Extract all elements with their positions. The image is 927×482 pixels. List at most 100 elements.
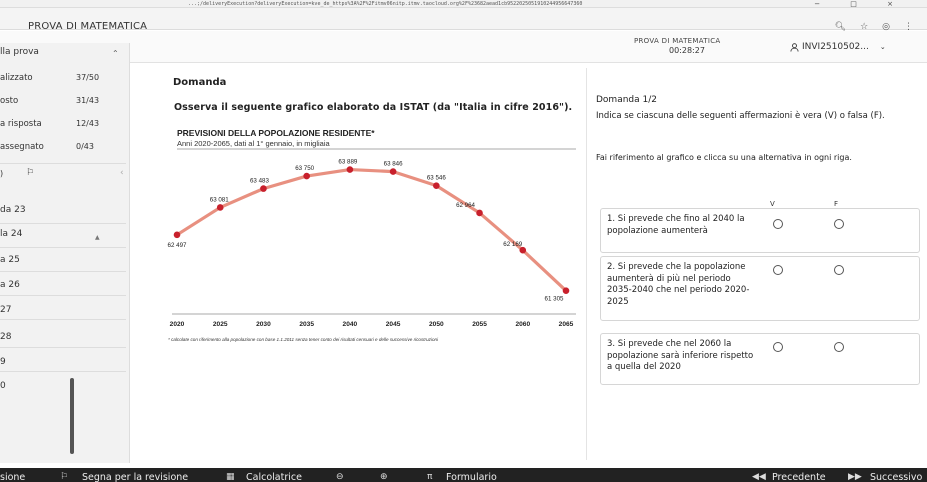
sidebar-question-item[interactable]: a 26	[0, 276, 126, 296]
chevron-down-icon[interactable]: ⌄	[880, 43, 886, 51]
sidebar: lla prova ⌃ alizzato 37/50 osto 31/43 a …	[0, 43, 130, 482]
statement-text: 1. Si prevede che fino al 2040 la popola…	[607, 214, 745, 236]
data-point	[433, 182, 440, 189]
instruction-text: Indica se ciascuna delle seguenti afferm…	[596, 111, 885, 121]
flag-filter[interactable]: ) ⚐	[0, 168, 34, 178]
radio-false[interactable]	[834, 219, 844, 229]
footer-toolbar: sione ⚐ Segna per la revisione ▦ Calcola…	[0, 468, 927, 482]
review-button[interactable]: Segna per la revisione	[82, 472, 188, 482]
x-tick-label: 2030	[256, 321, 271, 328]
flag-review-icon[interactable]: ⚐	[60, 472, 68, 482]
chart-marks: 62 497 63 081 63 483 63 750 63 889 63 846 63 5…	[168, 159, 574, 328]
radio-false[interactable]	[834, 342, 844, 352]
data-label: 62 964	[456, 202, 475, 209]
sidebar-question-item[interactable]: 9	[0, 353, 126, 373]
sidebar-question-label: da 23	[0, 205, 26, 215]
x-tick-label: 2050	[429, 321, 444, 328]
sidebar-question-label: a 25	[0, 255, 20, 265]
sidebar-question-label: 9	[0, 357, 6, 367]
previous-button[interactable]: Precedente	[772, 472, 826, 482]
formulario-button[interactable]: Formulario	[446, 472, 497, 482]
footer-left-label[interactable]: sione	[0, 472, 25, 482]
column-header-f: F	[834, 200, 839, 208]
calculator-button[interactable]: Calcolatrice	[246, 472, 302, 482]
sidebar-divider	[0, 247, 126, 248]
data-label: 63 889	[338, 159, 357, 166]
statement-row: 1. Si prevede che fino al 2040 la popola…	[600, 208, 920, 253]
sidebar-question-label: a 26	[0, 280, 20, 290]
sidebar-divider	[0, 347, 126, 348]
chart-note: * calcolate con riferimento alla popolaz…	[168, 337, 439, 342]
user-menu[interactable]: INVI2510502... ⌄	[790, 42, 886, 52]
sidebar-section-title: lla prova	[0, 47, 39, 57]
x-tick-label: 2025	[213, 321, 228, 328]
sidebar-question-item[interactable]: 0	[0, 377, 126, 397]
radio-true[interactable]	[773, 219, 783, 229]
question-text: Osserva il seguente grafico elaborato da…	[174, 102, 573, 113]
zoom-in-icon[interactable]: ⊕	[380, 472, 388, 482]
stat-value: 12/43	[76, 119, 100, 128]
sidebar-section-header[interactable]: lla prova ⌃	[0, 47, 130, 67]
sidebar-question-item[interactable]: da 23	[0, 201, 126, 221]
x-tick-label: 2065	[559, 321, 574, 328]
data-point	[303, 172, 310, 180]
url-text[interactable]: ...;/deliveryExecution?deliveryExecution…	[188, 0, 748, 8]
next-icon[interactable]: ▶▶	[848, 472, 862, 482]
radio-true[interactable]	[773, 342, 783, 352]
chart-title: PREVISIONI DELLA POPOLAZIONE RESIDENTE*	[177, 128, 375, 138]
x-tick-label: 2035	[299, 321, 314, 328]
exam-name: PROVA DI MATEMATICA	[634, 37, 721, 45]
sidebar-scrollbar[interactable]	[70, 378, 74, 454]
chart-subtitle: Anni 2020-2065, dati al 1° gennaio, in m…	[177, 139, 331, 148]
collapse-sidebar-icon[interactable]: ‹	[120, 168, 124, 178]
formula-icon[interactable]: π	[427, 472, 432, 482]
sidebar-question-item[interactable]: 28	[0, 328, 126, 348]
data-label: 62 497	[168, 242, 187, 249]
sidebar-divider	[0, 295, 126, 296]
stat-label: assegnato	[0, 142, 44, 152]
statement-row: 2. Si prevede che la popolazione aumente…	[600, 256, 920, 321]
sidebar-question-item[interactable]: 27	[0, 301, 126, 321]
data-point	[389, 168, 397, 175]
flag-icon[interactable]: ⚐	[26, 168, 34, 178]
radio-false[interactable]	[834, 265, 844, 275]
url-bar[interactable]: ...;/deliveryExecution?deliveryExecution…	[0, 0, 927, 8]
test-header: PROVA DI MATEMATICA 00:28:27 INVI2510502…	[0, 31, 927, 63]
previous-icon[interactable]: ◀◀	[752, 472, 766, 482]
data-point	[562, 287, 570, 295]
sidebar-question-label: 28	[0, 332, 12, 342]
stat-value: 37/50	[76, 73, 100, 82]
population-chart: PREVISIONI DELLA POPOLAZIONE RESIDENTE* …	[168, 128, 576, 342]
stat-value: 0/43	[76, 142, 94, 151]
app-window: ...;/deliveryExecution?deliveryExecution…	[0, 0, 927, 482]
question-counter: Domanda 1/2	[596, 95, 657, 105]
question-heading: Domanda	[173, 77, 227, 88]
zoom-out-icon[interactable]: ⊖	[336, 472, 344, 482]
calculator-icon[interactable]: ▦	[226, 472, 235, 482]
statement-text: 2. Si prevede che la popolazione aumente…	[607, 262, 750, 307]
x-tick-label: 2055	[472, 321, 487, 328]
data-label: 61 305	[545, 296, 564, 303]
column-header-v: V	[770, 200, 775, 208]
user-icon	[790, 42, 799, 52]
data-point	[260, 185, 267, 192]
sidebar-question-item[interactable]: la 24	[0, 225, 126, 245]
window-controls[interactable]: − □ ×	[814, 0, 907, 8]
stat-label: alizzato	[0, 73, 33, 83]
sidebar-divider	[0, 371, 126, 372]
timer: 00:28:27	[669, 46, 705, 55]
data-label: 62 169	[503, 241, 522, 248]
sidebar-question-label: 27	[0, 305, 12, 315]
next-button[interactable]: Successivo	[870, 472, 922, 482]
x-tick-label: 2040	[343, 321, 358, 328]
chevron-up-icon[interactable]: ⌃	[112, 49, 119, 58]
data-point	[216, 204, 224, 211]
sidebar-question-item[interactable]: a 25	[0, 251, 126, 271]
sidebar-divider	[0, 319, 126, 320]
data-label: 63 081	[210, 196, 229, 203]
tab-bar: PROVA DI MATEMATICA 🔍︎ ☆ ◎ ⋮	[0, 8, 927, 32]
radio-true[interactable]	[773, 265, 783, 275]
statement-text: 3. Si prevede che nel 2060 la popolazion…	[607, 339, 754, 372]
panel-divider	[586, 68, 587, 460]
x-tick-label: 2060	[515, 321, 530, 328]
